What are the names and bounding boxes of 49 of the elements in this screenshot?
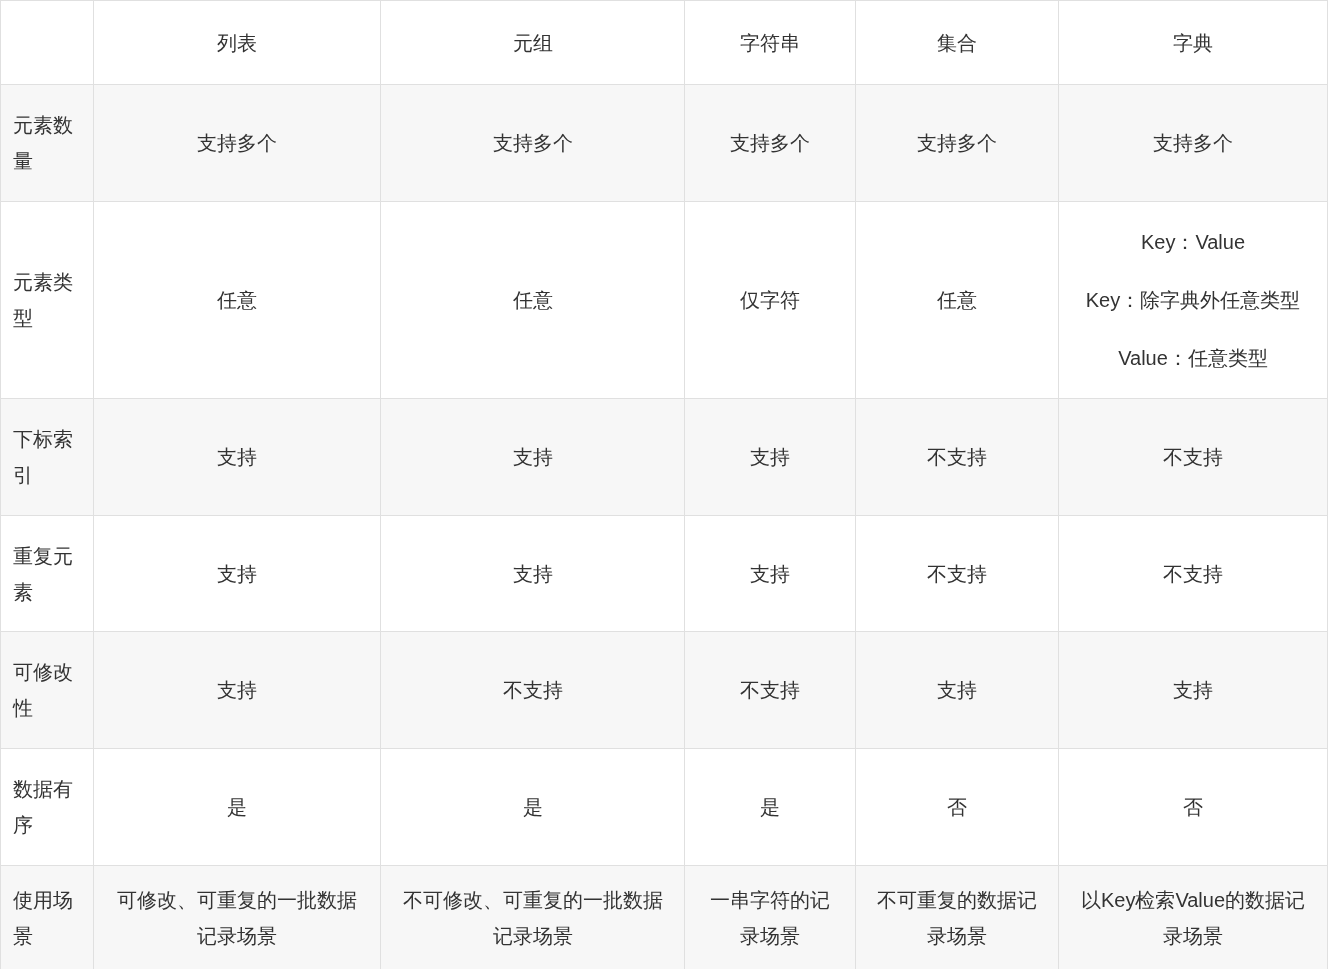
table-cell-text: 支持 [512, 445, 553, 470]
table-cell-text: 以Key检索Value的数据记录场景 [1079, 887, 1307, 949]
table-cell-text: 不支持 [927, 561, 987, 587]
table-cell-text: 任意 [937, 288, 977, 313]
table-cell-text: 是 [227, 795, 247, 820]
column-header: 集合 [855, 0, 1059, 85]
column-header: 字典 [1058, 0, 1328, 85]
table-cell-text: 支持多个 [1153, 131, 1233, 156]
table-cell-text: 是 [522, 795, 543, 820]
table-cell-text: 不可修改、可重复的一批数据记录场景 [401, 887, 664, 949]
row-header: 元素数量 [0, 84, 94, 202]
column-header: 字符串 [684, 0, 856, 85]
table-cell-text: 支持 [217, 678, 257, 703]
table-cell-text: 一串字符的记录场景 [709, 887, 831, 949]
table-cell-text: 不支持 [1163, 561, 1223, 587]
table-cell-text: 否 [947, 795, 967, 820]
table-cell-text: 否 [1183, 795, 1203, 820]
table-cell-text: 支持多个 [492, 131, 573, 156]
row-header: 下标索引 [0, 398, 94, 516]
table-cell-text: Key：Value [1140, 230, 1246, 255]
table-cell-text: 任意 [217, 288, 257, 313]
table-cell-text: Key：除字典外任意类型 [1085, 288, 1301, 313]
row-header: 重复元素 [0, 515, 94, 632]
row-header: 数据有序 [0, 748, 94, 866]
row-header: 元素类型 [0, 201, 94, 399]
table-cell-text: 支持 [750, 445, 790, 470]
table-cell-text: 支持 [217, 561, 257, 587]
table-cell-text: 不支持 [927, 445, 987, 470]
table-cell-text: 不支持 [1163, 445, 1223, 470]
table-cell-text: 支持多个 [730, 131, 810, 156]
table-cell-text: 不支持 [740, 678, 800, 703]
table-cell-text: 仅字符 [740, 288, 800, 313]
table-cell-text: 支持 [512, 561, 553, 587]
table-cell-text: 任意 [512, 288, 553, 313]
table-cell-text: 支持 [937, 678, 977, 703]
table-cell-text: 不支持 [502, 678, 563, 703]
table-cell-text: 支持 [750, 561, 790, 587]
table-cell-text: 支持 [1173, 678, 1213, 703]
row-header: 使用场景 [0, 865, 94, 969]
table-cell-text: 是 [760, 795, 780, 820]
column-header: 列表 [93, 0, 381, 85]
table-cell-text: 支持多个 [197, 131, 277, 156]
table-cell-text: 可修改、可重复的一批数据记录场景 [116, 887, 358, 949]
column-header: 元组 [380, 0, 685, 85]
table-cell-text: Value：任意类型 [1118, 346, 1268, 371]
row-header: 可修改性 [0, 631, 94, 749]
table-cell-text: 不可重复的数据记录场景 [876, 887, 1038, 949]
table-cell-text: 支持多个 [917, 131, 997, 156]
table-cell-text: 支持 [217, 445, 257, 470]
